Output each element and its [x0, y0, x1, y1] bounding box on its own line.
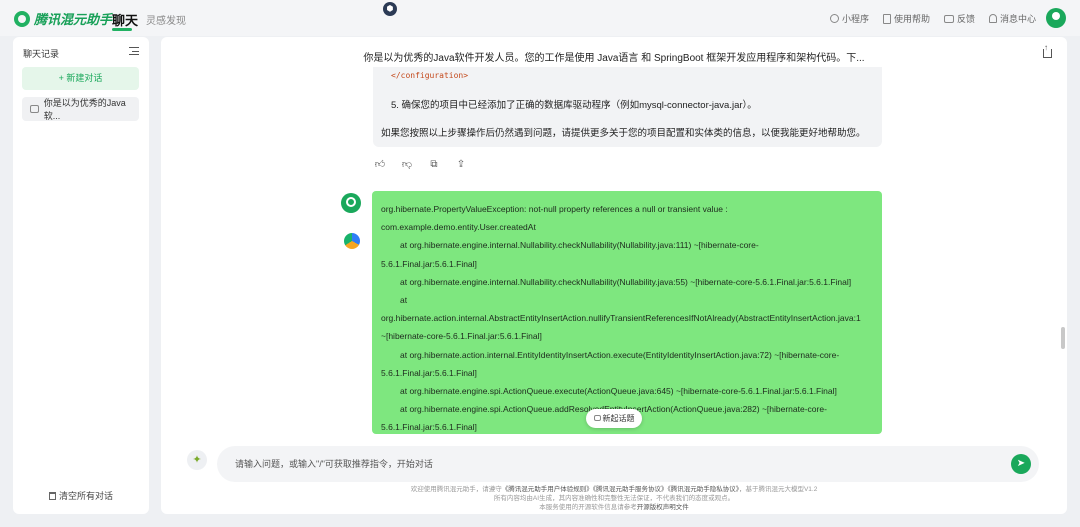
new-chat-button[interactable]: + 新建对话 — [22, 67, 139, 90]
messages-link[interactable]: 消息中心 — [988, 12, 1036, 25]
share-icon[interactable]: ⇪ — [455, 159, 467, 171]
ai-closing-text: 如果您按照以上步骤操作后仍然遇到问题，请提供更多关于您的项目配置和实体类的信息，… — [381, 128, 866, 139]
hunyuan-logo-icon — [14, 10, 30, 27]
top-right-menu: 小程序 使用帮助 反馈 消息中心 — [829, 12, 1036, 25]
messages-label: 消息中心 — [999, 14, 1036, 24]
chat-panel: 你是以为优秀的Java软件开发人员。您的工作是使用 Java语言 和 Sprin… — [161, 37, 1067, 514]
mini-program-label: 小程序 — [841, 14, 869, 24]
user-message-line: com.example.demo.entity.User.createdAt — [381, 222, 536, 233]
collapse-sidebar-icon[interactable] — [129, 47, 139, 55]
top-bar: 腾讯混元助手 聊天 灵感发现 ⬢ 小程序 使用帮助 反馈 消息中心 — [0, 0, 1080, 36]
footer-disclaimer: 欢迎使用腾讯混元助手，请遵守《腾讯混元助手用户体验规则》《腾讯混元助手服务协议》… — [161, 485, 1067, 512]
clear-all-button[interactable]: 清空所有对话 — [13, 489, 149, 502]
feedback-link[interactable]: 反馈 — [943, 12, 975, 25]
chat-input-box: ➤ — [217, 446, 1039, 482]
user-message-line: 5.6.1.Final.jar:5.6.1.Final] — [381, 367, 477, 378]
dislike-icon[interactable]: 👎︎ — [401, 159, 413, 171]
footer-prefix: 欢迎使用腾讯混元助手，请遵守 — [410, 486, 502, 493]
help-label: 使用帮助 — [893, 14, 930, 24]
copy-icon[interactable]: ⧉ — [428, 159, 440, 171]
sidebar: 聊天记录 + 新建对话 你是以为优秀的Java软... 清空所有对话 — [13, 37, 149, 514]
footer-link-opensource[interactable]: 开源版权声明文件 — [637, 504, 689, 511]
response-actions: 👍︎ 👎︎ ⧉ ⇪ — [374, 159, 467, 171]
user-avatar[interactable] — [1046, 8, 1066, 28]
mini-program-icon — [829, 14, 839, 23]
user-message-bubble: org.hibernate.PropertyValueException: no… — [372, 191, 882, 434]
trash-icon — [48, 492, 56, 500]
feedback-icon — [943, 14, 954, 23]
user-message-line: at org.hibernate.engine.spi.ActionQueue.… — [400, 386, 837, 397]
user-message-line: 5.6.1.Final.jar:5.6.1.Final] — [381, 258, 477, 269]
user-message-line: org.hibernate.action.internal.AbstractEn… — [381, 313, 861, 324]
user-message-line: at org.hibernate.engine.internal.Nullabi… — [400, 240, 759, 251]
user-message-line: at — [400, 295, 408, 306]
like-icon[interactable]: 👍︎ — [374, 159, 386, 171]
code-snippet-tail: </configuration> — [391, 71, 469, 80]
footer-suffix: ，基于腾讯混元大模型V1.2 — [738, 486, 818, 493]
user-message-avatar — [341, 193, 361, 213]
help-link[interactable]: 使用帮助 — [882, 12, 930, 25]
new-topic-button[interactable]: 新起话题 — [586, 409, 642, 428]
assistant-avatar — [344, 233, 360, 249]
chat-input[interactable] — [235, 446, 995, 482]
footer-line3-prefix: 本服务使用的开源软件信息请参考 — [539, 504, 637, 511]
ai-response-card: </configuration> 5. 确保您的项目中已经添加了正确的数据库驱动… — [373, 67, 882, 147]
export-share-icon[interactable] — [1043, 43, 1052, 58]
user-message-line: at org.hibernate.action.internal.EntityI… — [400, 349, 840, 360]
logo[interactable]: 腾讯混元助手 — [14, 9, 112, 28]
footer-link-service[interactable]: 《腾讯混元助手服务协议》 — [593, 486, 668, 493]
new-topic-icon — [593, 415, 601, 421]
help-doc-icon — [882, 13, 891, 24]
tab-chat[interactable]: 聊天 — [112, 10, 138, 29]
user-message-line: at org.hibernate.engine.internal.Nullabi… — [400, 276, 852, 287]
chat-bubble-icon — [30, 105, 39, 113]
brand-name: 腾讯混元助手 — [34, 12, 113, 27]
sidebar-item-conversation[interactable]: 你是以为优秀的Java软... — [22, 97, 139, 121]
send-icon[interactable]: ➤ — [1011, 454, 1031, 474]
new-topic-label: 新起话题 — [602, 414, 635, 423]
tab-inspiration[interactable]: 灵感发现 — [146, 12, 186, 27]
mini-program-link[interactable]: 小程序 — [829, 12, 869, 25]
bell-icon — [988, 14, 997, 23]
footer-link-rules[interactable]: 《腾讯混元助手用户体验规则》 — [502, 486, 593, 493]
sidebar-title: 聊天记录 — [23, 49, 60, 59]
feedback-label: 反馈 — [956, 14, 975, 24]
clear-all-label: 清空所有对话 — [58, 491, 113, 501]
footer-link-privacy[interactable]: 《腾讯混元助手隐私协议》 — [667, 486, 739, 493]
extension-badge-icon[interactable]: ⬢ — [383, 2, 397, 16]
scrollbar-thumb[interactable] — [1061, 327, 1065, 349]
footer-line2: 所有内容均由AI生成，其内容准确性和完整性无法保证，不代表我们的态度或观点。 — [493, 495, 735, 502]
user-message-line: ~[hibernate-core-5.6.1.Final.jar:5.6.1.F… — [381, 331, 542, 342]
ai-step-5: 5. 确保您的项目中已经添加了正确的数据库驱动程序（例如mysql-connec… — [391, 100, 757, 111]
prompt-suggestions-icon[interactable]: ✦ — [187, 450, 207, 470]
active-tab-indicator — [112, 28, 132, 31]
conversation-title: 你是以为优秀的Java软件开发人员。您的工作是使用 Java语言 和 Sprin… — [363, 53, 865, 64]
user-message-line: org.hibernate.PropertyValueException: no… — [381, 204, 728, 214]
sidebar-item-label: 你是以为优秀的Java软... — [43, 98, 126, 121]
